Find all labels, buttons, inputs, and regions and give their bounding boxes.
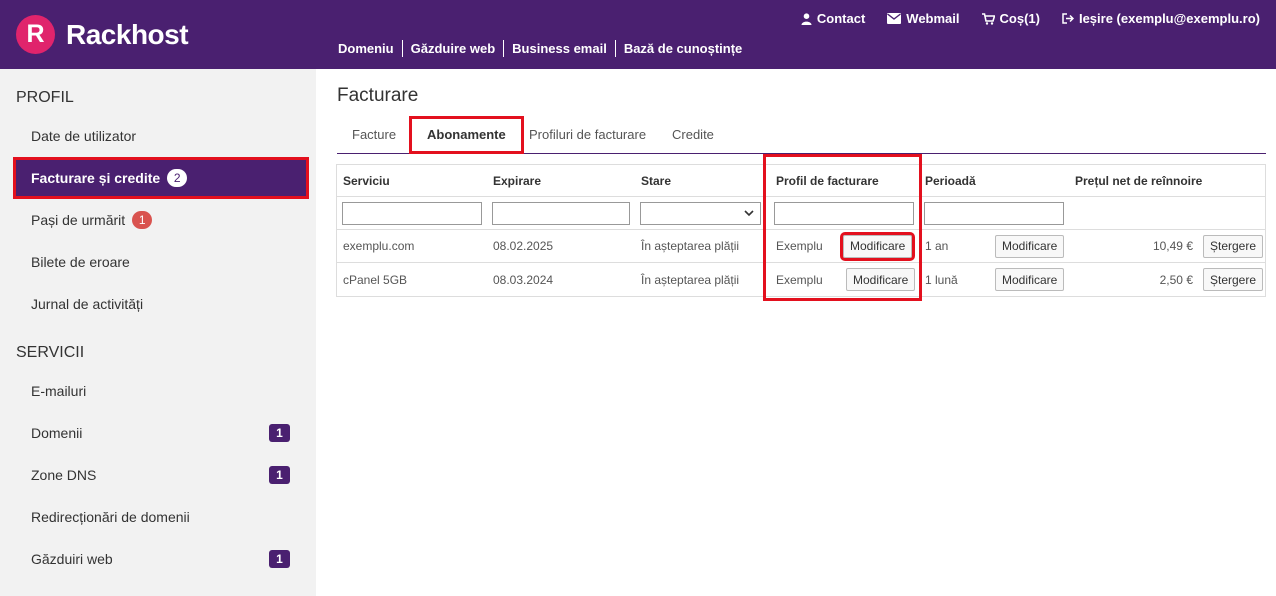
period-cell: 1 lună xyxy=(925,272,958,287)
main-nav: Domeniu Găzduire web Business email Bază… xyxy=(330,40,750,57)
status-cell: În așteptarea plății xyxy=(641,239,740,253)
modify-profile-button[interactable]: Modificare xyxy=(846,268,916,291)
profile-cell: Exemplu xyxy=(776,272,823,287)
expiry-filter-input[interactable] xyxy=(492,201,630,225)
col-status[interactable]: Stare xyxy=(641,165,671,196)
count-badge: 1 xyxy=(269,550,290,568)
modify-profile-button[interactable]: Modificare xyxy=(839,231,916,261)
col-billing-profile[interactable]: Profil de facturare xyxy=(776,165,879,196)
services-heading: SERVICII xyxy=(16,344,85,361)
logo[interactable]: R Rackhost xyxy=(16,15,189,54)
table-header-row: Serviciu Expirare Stare Profil de factur… xyxy=(337,165,1265,197)
cart-label: Coș(1) xyxy=(999,11,1040,26)
page-title: Facturare xyxy=(337,85,419,106)
webmail-label: Webmail xyxy=(906,11,960,26)
count-badge: 1 xyxy=(269,424,290,442)
subscriptions-table: Serviciu Expirare Stare Profil de factur… xyxy=(336,164,1266,297)
sidebar-item-label: Pași de urmărit xyxy=(31,212,126,228)
chevron-down-icon xyxy=(743,207,755,222)
price-cell: 2,50 € xyxy=(1159,272,1193,287)
table-row: cPanel 5GB 08.03.2024 În așteptarea plăț… xyxy=(337,263,1265,296)
count-badge: 1 xyxy=(132,211,153,229)
nav-domeniu[interactable]: Domeniu xyxy=(330,40,403,57)
table-row: exemplu.com 08.02.2025 În așteptarea plă… xyxy=(337,230,1265,263)
top-nav: Contact Webmail Coș(1) Ieșire (exemplu@e… xyxy=(801,11,1276,26)
sidebar-item-emails[interactable]: E-mailuri xyxy=(16,373,306,409)
status-filter-select[interactable] xyxy=(640,201,761,225)
user-icon xyxy=(801,12,812,25)
envelope-icon xyxy=(887,13,902,24)
sidebar-item-redirects[interactable]: Redirecționări de domenii xyxy=(16,499,306,535)
contact-link[interactable]: Contact xyxy=(801,11,865,26)
expiry-cell: 08.02.2025 xyxy=(493,239,554,253)
status-cell: În așteptarea plății xyxy=(641,272,740,287)
sidebar-item-steps[interactable]: Pași de urmărit 1 xyxy=(16,202,306,238)
profile-filter-input[interactable] xyxy=(774,201,914,225)
delete-button[interactable]: Ștergere xyxy=(1203,234,1264,258)
sidebar-item-tickets[interactable]: Bilete de eroare xyxy=(16,244,306,280)
tab-invoices[interactable]: Facture xyxy=(352,116,396,154)
price-cell: 10,49 € xyxy=(1152,239,1193,253)
sidebar-item-domains[interactable]: Domenii 1 xyxy=(16,415,306,451)
count-badge: 2 xyxy=(167,169,188,187)
logout-label: Ieșire (exemplu@exemplu.ro) xyxy=(1078,11,1260,26)
sidebar: PROFIL Date de utilizator Facturare și c… xyxy=(0,69,316,596)
period-cell: 1 an xyxy=(925,239,949,253)
sidebar-item-label: E-mailuri xyxy=(31,383,87,399)
nav-baza-cunostinte[interactable]: Bază de cunoștințe xyxy=(616,40,750,57)
sidebar-item-user-data[interactable]: Date de utilizator xyxy=(16,118,306,154)
webmail-link[interactable]: Webmail xyxy=(887,11,960,26)
service-filter-input[interactable] xyxy=(342,201,482,225)
sidebar-item-label: Domenii xyxy=(31,425,83,441)
tab-credits[interactable]: Credite xyxy=(672,116,714,154)
count-badge: 1 xyxy=(269,466,290,484)
sidebar-item-label: Zone DNS xyxy=(31,467,97,483)
period-filter-input[interactable] xyxy=(924,201,1064,225)
service-cell: cPanel 5GB xyxy=(343,272,408,287)
filter-row xyxy=(337,197,1265,230)
expiry-cell: 08.03.2024 xyxy=(493,272,554,287)
sidebar-item-dns-zones[interactable]: Zone DNS 1 xyxy=(16,457,306,493)
modify-period-button[interactable]: Modificare xyxy=(995,268,1065,291)
nav-business-email[interactable]: Business email xyxy=(504,40,616,57)
sidebar-item-label: Redirecționări de domenii xyxy=(31,509,190,525)
logo-mark: R xyxy=(16,15,55,54)
sidebar-item-label: Găzduiri web xyxy=(31,551,113,567)
col-expiry[interactable]: Expirare xyxy=(493,165,541,196)
modify-period-button[interactable]: Modificare xyxy=(995,234,1065,258)
sidebar-item-label: Bilete de eroare xyxy=(31,254,130,270)
logo-text: Rackhost xyxy=(66,18,189,50)
cart-icon xyxy=(981,12,995,25)
tab-subscriptions[interactable]: Abonamente xyxy=(409,116,524,154)
tab-billing-profiles[interactable]: Profiluri de facturare xyxy=(529,116,646,154)
nav-gazduire-web[interactable]: Găzduire web xyxy=(403,40,505,57)
delete-button[interactable]: Ștergere xyxy=(1203,268,1264,291)
sign-out-icon xyxy=(1062,13,1074,24)
sidebar-item-label: Date de utilizator xyxy=(31,128,137,144)
sidebar-item-label: Jurnal de activități xyxy=(31,296,144,312)
profile-cell: Exemplu xyxy=(776,239,823,253)
sidebar-item-label: Facturare și credite xyxy=(31,170,161,186)
cart-link[interactable]: Coș(1) xyxy=(981,11,1040,26)
tab-bar: Facture Abonamente Profiluri de facturar… xyxy=(337,116,1266,154)
contact-label: Contact xyxy=(816,11,866,26)
col-period[interactable]: Perioadă xyxy=(925,165,976,196)
profile-heading: PROFIL xyxy=(16,89,74,106)
col-service[interactable]: Serviciu xyxy=(343,165,390,196)
col-renewal-price[interactable]: Prețul net de reînnoire xyxy=(1075,165,1202,196)
sidebar-item-activity-log[interactable]: Jurnal de activități xyxy=(16,286,306,322)
sidebar-item-web-hosting[interactable]: Găzduiri web 1 xyxy=(16,541,306,577)
header: R Rackhost Contact Webmail Coș(1) Ieșire… xyxy=(0,0,1276,69)
service-cell: exemplu.com xyxy=(343,239,415,253)
logout-link[interactable]: Ieșire (exemplu@exemplu.ro) xyxy=(1062,11,1260,26)
sidebar-item-billing[interactable]: Facturare și credite 2 xyxy=(13,157,309,199)
